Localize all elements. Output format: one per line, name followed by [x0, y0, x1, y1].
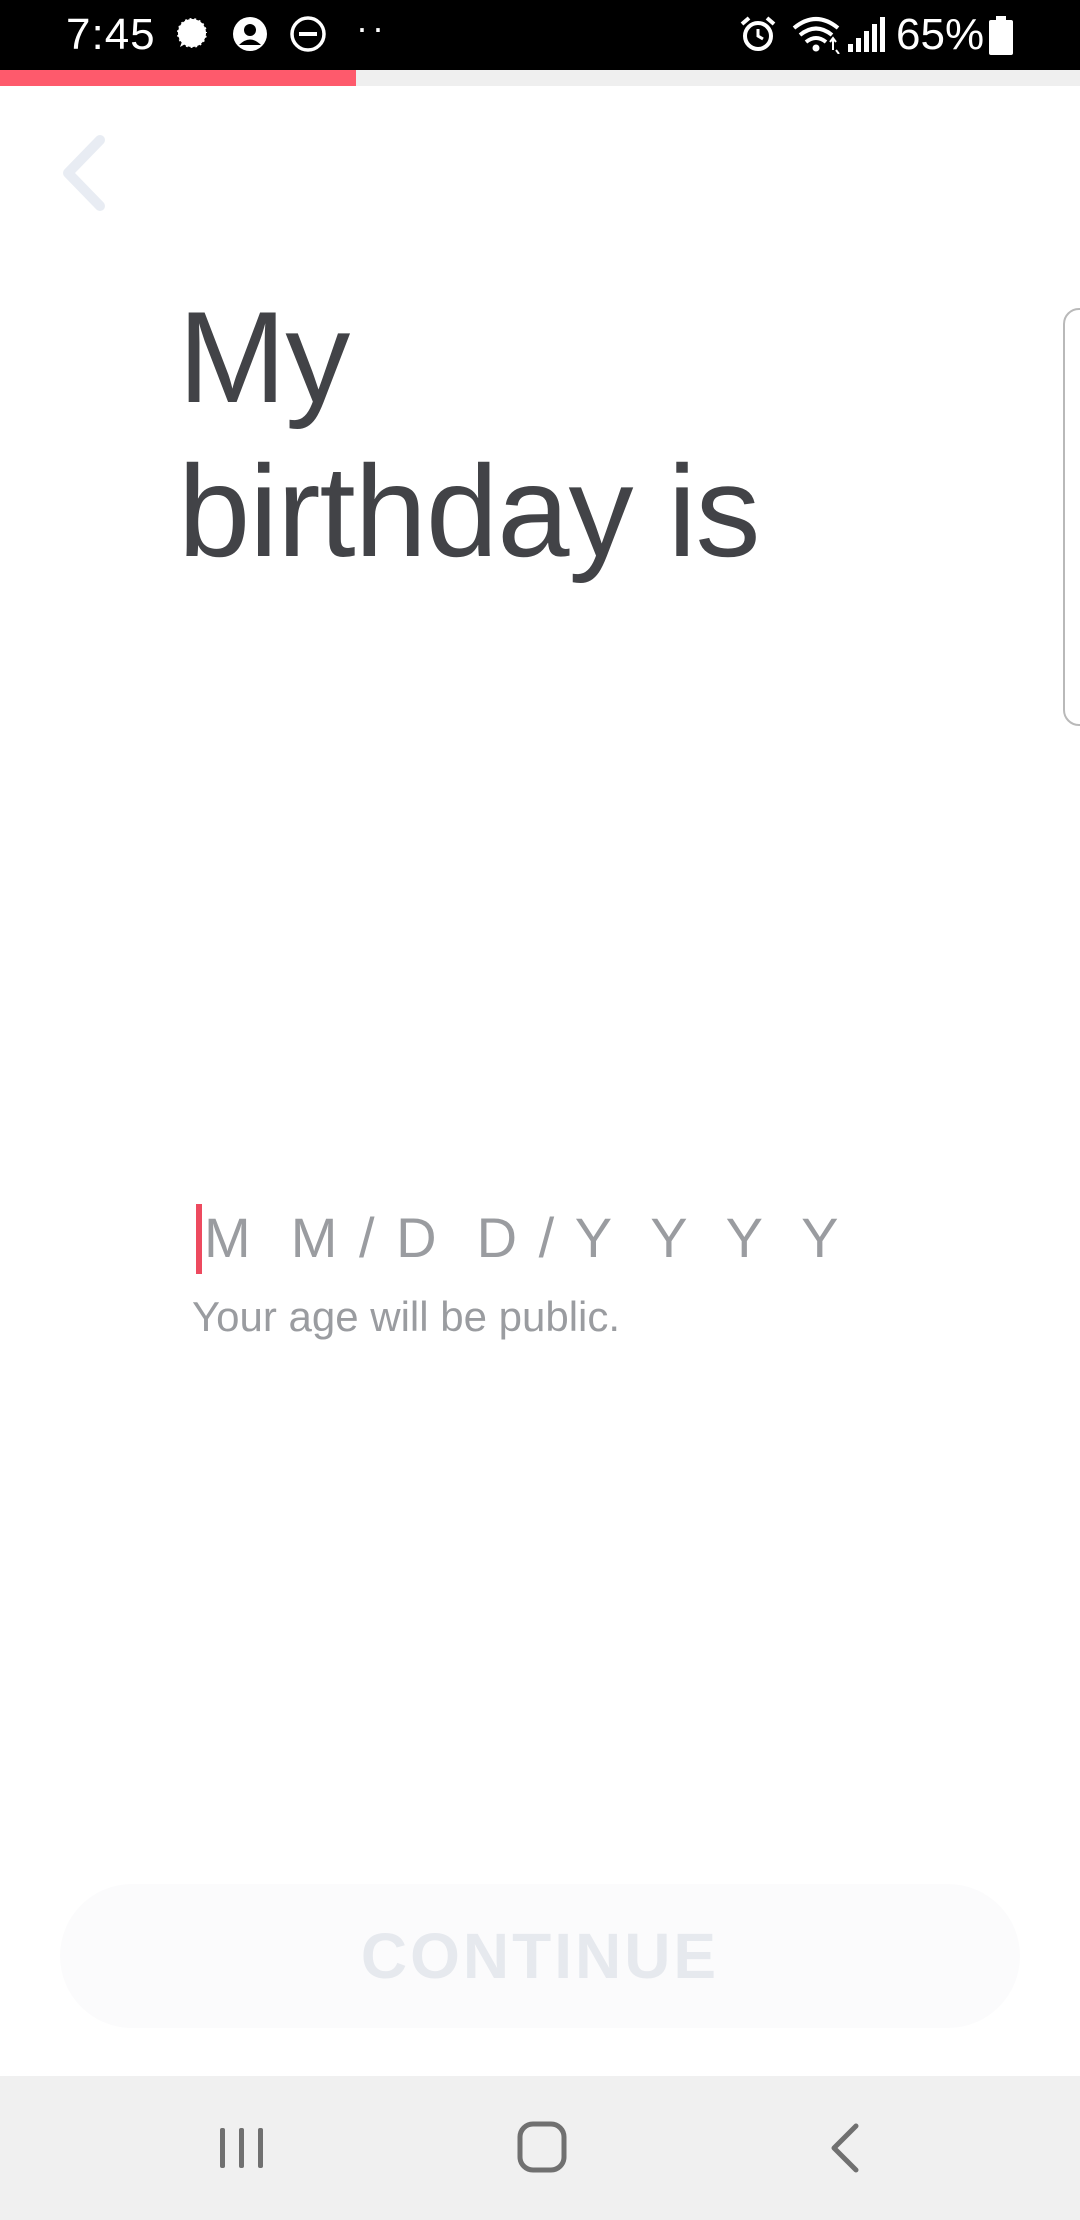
onboarding-progress-bar — [0, 70, 1080, 86]
alarm-icon — [740, 16, 776, 51]
back-icon[interactable] — [806, 2108, 886, 2188]
back-chevron-icon[interactable] — [50, 128, 118, 218]
edge-panel-handle[interactable] — [1063, 308, 1080, 726]
page-title: My birthday is — [178, 280, 898, 588]
signal-chat-icon — [176, 17, 208, 49]
system-navigation-bar — [0, 2076, 1080, 2220]
status-time: 7:45 — [66, 10, 156, 59]
cell-signal-icon — [848, 17, 885, 52]
home-icon[interactable] — [502, 2108, 582, 2188]
page-title-line-2: birthday is — [178, 438, 760, 584]
birthday-placeholder: M M / D D / Y Y Y Y — [204, 1206, 842, 1269]
birthday-input[interactable]: M M / D D / Y Y Y Y — [196, 1198, 956, 1278]
status-overflow-dots: ·· — [356, 7, 388, 48]
continue-button-label: CONTINUE — [360, 1920, 720, 1992]
wifi-icon — [792, 17, 840, 54]
account-circle-icon — [233, 17, 267, 51]
battery-percent: 65% — [896, 10, 985, 59]
text-caret — [196, 1204, 202, 1274]
continue-button[interactable]: CONTINUE — [60, 1884, 1020, 2028]
status-bar: 7:45 ·· 65% — [0, 0, 1080, 70]
do-not-disturb-icon — [290, 16, 326, 52]
onboarding-progress-fill — [0, 70, 357, 86]
page-title-line-1: My — [178, 284, 350, 430]
age-public-hint: Your age will be public. — [192, 1293, 621, 1340]
recent-apps-icon[interactable] — [202, 2108, 282, 2188]
battery-icon — [989, 16, 1013, 55]
